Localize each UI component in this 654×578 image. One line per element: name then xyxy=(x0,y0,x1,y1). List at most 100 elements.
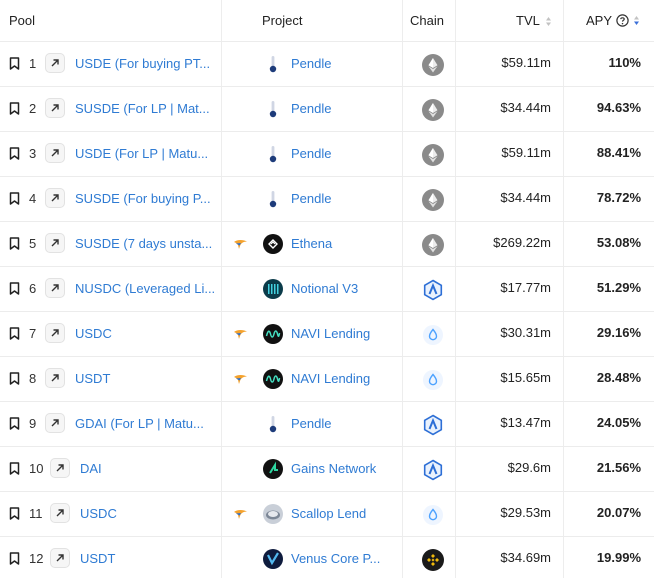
tvl-value: $34.44m xyxy=(500,190,551,205)
pool-name-link[interactable]: USDE (For LP | Matu... xyxy=(75,146,208,161)
row-rank: 2 xyxy=(29,101,37,116)
pool-name-link[interactable]: SUSDE (For buying P... xyxy=(75,191,211,206)
apy-value: 78.72% xyxy=(596,190,641,205)
bookmark-icon[interactable] xyxy=(9,192,20,205)
pool-name-link[interactable]: GDAI (For LP | Matu... xyxy=(75,416,204,431)
table-row[interactable]: 3 USDE (For LP | Matu... Pendle $59.11m 88.4… xyxy=(0,132,654,177)
pendle-logo xyxy=(263,144,283,164)
pool-name-link[interactable]: SUSDE (7 days unsta... xyxy=(75,236,212,251)
external-link-icon[interactable] xyxy=(50,548,70,568)
project-link[interactable]: Pendle xyxy=(291,416,331,431)
external-link-icon[interactable] xyxy=(50,503,70,523)
apy-value: 110% xyxy=(608,55,641,70)
pendle-logo xyxy=(263,54,283,74)
yield-farming-icon xyxy=(233,328,248,343)
navi-logo xyxy=(263,369,283,389)
bookmark-icon[interactable] xyxy=(9,102,20,115)
row-rank: 7 xyxy=(29,326,37,341)
external-link-icon[interactable] xyxy=(50,458,70,478)
project-link[interactable]: Gains Network xyxy=(291,461,376,476)
table-row[interactable]: 7 USDC NAVI Lending $30.31m 29.16% xyxy=(0,312,654,357)
pool-name-link[interactable]: USDT xyxy=(80,551,115,566)
pool-name-link[interactable]: SUSDE (For LP | Mat... xyxy=(75,101,210,116)
table-row[interactable]: 2 SUSDE (For LP | Mat... Pendle $34.44m 94.6… xyxy=(0,87,654,132)
external-link-icon[interactable] xyxy=(45,278,65,298)
project-link[interactable]: Pendle xyxy=(291,146,331,161)
bookmark-icon[interactable] xyxy=(9,237,20,250)
project-link[interactable]: Pendle xyxy=(291,101,331,116)
table-row[interactable]: 11 USDC Scallop Lend $29.53m 20.07% xyxy=(0,492,654,537)
header-tvl-label: TVL xyxy=(516,13,540,28)
ethereum-chain-icon xyxy=(422,234,444,256)
external-link-icon[interactable] xyxy=(45,143,65,163)
project-link[interactable]: Pendle xyxy=(291,56,331,71)
help-icon[interactable] xyxy=(616,14,630,27)
project-link[interactable]: Notional V3 xyxy=(291,281,358,296)
external-link-icon[interactable] xyxy=(45,368,65,388)
apy-value: 19.99% xyxy=(596,550,641,565)
pool-name-link[interactable]: USDE (For buying PT... xyxy=(75,56,210,71)
project-link[interactable]: Ethena xyxy=(291,236,332,251)
table-header: Pool Project Chain TVL APY xyxy=(0,0,654,42)
table-row[interactable]: 12 USDT Venus Core P... $34.69m 19.99% xyxy=(0,537,654,578)
sui-chain-icon xyxy=(422,504,444,526)
tvl-value: $30.31m xyxy=(500,325,551,340)
project-link[interactable]: NAVI Lending xyxy=(291,371,370,386)
sui-chain-icon xyxy=(422,324,444,346)
bookmark-icon[interactable] xyxy=(9,372,20,385)
header-apy[interactable]: APY xyxy=(586,13,640,28)
sui-chain-icon xyxy=(422,369,444,391)
row-rank: 6 xyxy=(29,281,37,296)
bookmark-icon[interactable] xyxy=(9,282,20,295)
bookmark-icon[interactable] xyxy=(9,57,20,70)
sort-icon xyxy=(634,16,640,25)
project-link[interactable]: Venus Core P... xyxy=(291,551,380,566)
external-link-icon[interactable] xyxy=(45,188,65,208)
tvl-value: $17.77m xyxy=(500,280,551,295)
project-link[interactable]: NAVI Lending xyxy=(291,326,370,341)
external-link-icon[interactable] xyxy=(45,323,65,343)
table-row[interactable]: 5 SUSDE (7 days unsta... Ethena $269.22m 53.… xyxy=(0,222,654,267)
tvl-value: $59.11m xyxy=(501,145,551,160)
row-rank: 10 xyxy=(29,461,44,476)
table-row[interactable]: 1 USDE (For buying PT... Pendle $59.11m 110% xyxy=(0,42,654,87)
project-link[interactable]: Scallop Lend xyxy=(291,506,366,521)
bookmark-icon[interactable] xyxy=(9,462,20,475)
tvl-value: $29.6m xyxy=(507,460,551,475)
header-chain[interactable]: Chain xyxy=(410,13,444,28)
pool-name-link[interactable]: USDT xyxy=(75,371,110,386)
table-row[interactable]: 8 USDT NAVI Lending $15.65m 28.48% xyxy=(0,357,654,402)
external-link-icon[interactable] xyxy=(45,98,65,118)
pool-name-link[interactable]: USDC xyxy=(75,326,112,341)
pool-name-link[interactable]: DAI xyxy=(80,461,102,476)
bookmark-icon[interactable] xyxy=(9,552,20,565)
table-row[interactable]: 6 NUSDC (Leveraged Li... Notional V3 $17.77… xyxy=(0,267,654,312)
yield-farming-icon xyxy=(233,373,248,388)
project-link[interactable]: Pendle xyxy=(291,191,331,206)
bookmark-icon[interactable] xyxy=(9,147,20,160)
bookmark-icon[interactable] xyxy=(9,417,20,430)
header-tvl[interactable]: TVL xyxy=(516,13,552,28)
pool-name-link[interactable]: USDC xyxy=(80,506,117,521)
external-link-icon[interactable] xyxy=(45,413,65,433)
external-link-icon[interactable] xyxy=(45,233,65,253)
header-pool[interactable]: Pool xyxy=(9,13,35,28)
row-rank: 3 xyxy=(29,146,37,161)
apy-value: 20.07% xyxy=(596,505,641,520)
ethereum-chain-icon xyxy=(422,144,444,166)
apy-value: 29.16% xyxy=(596,325,641,340)
header-project[interactable]: Project xyxy=(262,13,302,28)
ethereum-chain-icon xyxy=(422,189,444,211)
table-row[interactable]: 4 SUSDE (For buying P... Pendle $34.44m 78.7… xyxy=(0,177,654,222)
bookmark-icon[interactable] xyxy=(9,327,20,340)
row-rank: 9 xyxy=(29,416,37,431)
bookmark-icon[interactable] xyxy=(9,507,20,520)
tvl-value: $34.69m xyxy=(500,550,551,565)
table-row[interactable]: 10 DAI Gains Network $29.6m 21.56% xyxy=(0,447,654,492)
table-row[interactable]: 9 GDAI (For LP | Matu... Pendle $13.47m 24.0… xyxy=(0,402,654,447)
tvl-value: $29.53m xyxy=(500,505,551,520)
external-link-icon[interactable] xyxy=(45,53,65,73)
pool-name-link[interactable]: NUSDC (Leveraged Li... xyxy=(75,281,215,296)
apy-value: 21.56% xyxy=(596,460,641,475)
apy-value: 28.48% xyxy=(596,370,641,385)
